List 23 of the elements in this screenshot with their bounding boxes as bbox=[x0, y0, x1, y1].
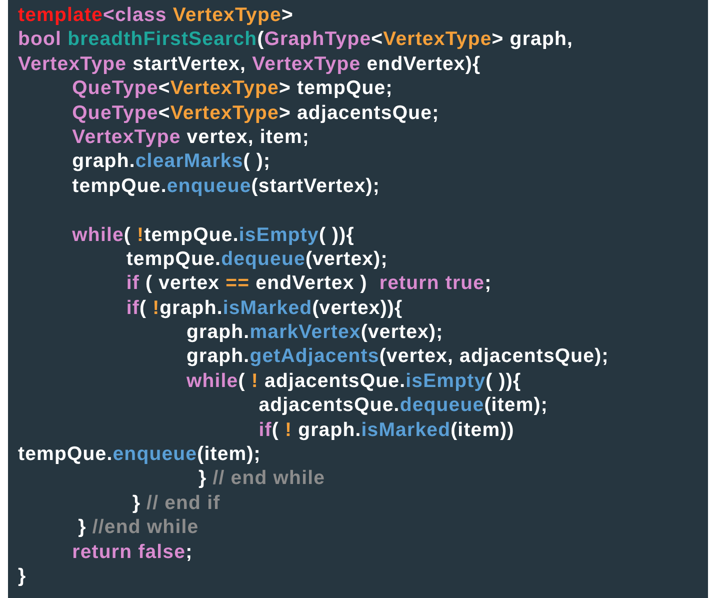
code-line: graph.getAdjacents(vertex, adjacentsQue); bbox=[185, 344, 609, 369]
code-line: return false; bbox=[71, 540, 193, 564]
code-line: graph.markVertex(vertex); bbox=[185, 320, 444, 344]
code-line: } // end while bbox=[198, 466, 326, 491]
code-line: if ( vertex == endVertex ) return true; bbox=[125, 271, 492, 296]
code-line: VertexType startVertex, VertexType endVertex){ bbox=[18, 52, 481, 76]
code-line: adjacentsQue.dequeue(item); bbox=[258, 393, 548, 418]
code-line: } bbox=[18, 564, 26, 588]
code-line: } // end if bbox=[131, 490, 220, 516]
code-line: } //end while bbox=[77, 515, 199, 540]
code-line: QueType<VertexType> adjacentsQue; bbox=[71, 100, 440, 125]
code-line: tempQue.dequeue(vertex); bbox=[125, 246, 388, 272]
code-line: bool breadthFirstSearch(GraphType<VertexType> graph, bbox=[18, 27, 573, 52]
code-line: if( !graph.isMarked(vertex)){ bbox=[125, 296, 403, 320]
code-line: graph.clearMarks( ); bbox=[71, 149, 271, 174]
code-line: QueType<VertexType> tempQue; bbox=[71, 76, 393, 101]
code-line: tempQue.enqueue(startVertex); bbox=[71, 174, 380, 198]
code-line: while( ! adjacentsQue.isEmpty( )){ bbox=[185, 368, 522, 394]
code-line: template<class VertexType> bbox=[18, 3, 294, 28]
code-line: tempQue.enqueue(item); bbox=[18, 442, 261, 466]
code-line: VertexType vertex, item; bbox=[71, 124, 310, 150]
code-line: if( ! graph.isMarked(item)) bbox=[258, 418, 514, 442]
code-line: while( !tempQue.isEmpty( )){ bbox=[71, 222, 354, 247]
